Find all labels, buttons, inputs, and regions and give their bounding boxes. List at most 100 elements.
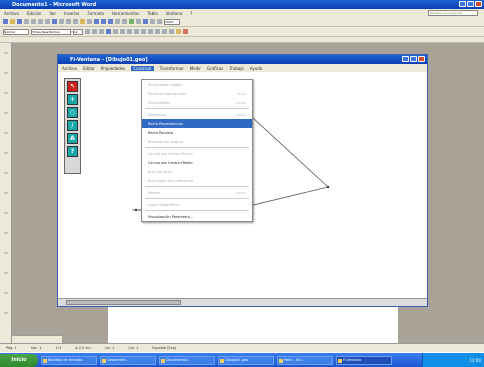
geo-menu-editar[interactable]: Editar xyxy=(83,66,95,71)
menu-ver[interactable]: Ver xyxy=(49,11,56,16)
menu-ventana[interactable]: Ventana xyxy=(166,11,182,16)
task-documento[interactable]: Documento1 xyxy=(159,355,215,365)
menu-archivo[interactable]: Archivo xyxy=(4,11,19,16)
word-title-bar: Documento1 - Microsoft Word xyxy=(0,0,484,9)
font-color-icon[interactable] xyxy=(183,29,188,34)
point-tool-icon[interactable]: + xyxy=(67,94,78,105)
geometry-maximize-button[interactable] xyxy=(410,56,417,62)
menu-help[interactable]: ? xyxy=(190,11,192,16)
tool-palette: ↖ + ○ / A ? xyxy=(64,78,81,174)
menu-formato[interactable]: Formato xyxy=(88,11,105,16)
text-tool-icon[interactable]: A xyxy=(67,133,78,144)
preview-icon[interactable] xyxy=(45,19,50,24)
undo-icon[interactable] xyxy=(94,19,99,24)
decrease-indent-icon[interactable] xyxy=(155,29,160,34)
geometry-title-bar: Fi-Ventana - [Dibujo01.geo] xyxy=(58,55,427,64)
line-spacing-icon[interactable] xyxy=(134,29,139,34)
task-geometria[interactable]: Geometría... xyxy=(100,355,156,365)
email-icon[interactable] xyxy=(31,19,36,24)
menu-insertar[interactable]: Insertar xyxy=(64,11,80,16)
view-buttons[interactable] xyxy=(12,335,62,343)
info-tool-icon[interactable]: ? xyxy=(67,146,78,157)
segment-tool-icon[interactable]: / xyxy=(67,120,78,131)
style-box[interactable]: Normal xyxy=(3,28,29,35)
print-icon[interactable] xyxy=(38,19,43,24)
excel-icon[interactable] xyxy=(129,19,134,24)
columns-icon[interactable] xyxy=(136,19,141,24)
geometry-menu-bar: Archivo Editar Propiedades Construir Tra… xyxy=(58,64,427,72)
menu-item-recta-perpendicular[interactable]: Recta Perpendicular xyxy=(142,119,252,128)
paste-icon[interactable] xyxy=(80,19,85,24)
geo-menu-trabajo[interactable]: Trabajo xyxy=(229,66,244,71)
menu-item-recta-paralela[interactable]: Recta Paralela xyxy=(142,128,252,137)
arrow-tool-icon[interactable]: ↖ xyxy=(67,81,78,92)
formatting-toolbar: Normal Times New Roman 12 xyxy=(0,27,484,37)
geometry-h-scrollbar[interactable] xyxy=(58,298,427,306)
bullets-icon[interactable] xyxy=(148,29,153,34)
align-left-icon[interactable] xyxy=(106,29,111,34)
permission-icon[interactable] xyxy=(24,19,29,24)
task-fi-ventana[interactable]: Fi-Ventana xyxy=(336,355,392,365)
italic-icon[interactable] xyxy=(92,29,97,34)
zoom-box[interactable]: 100% xyxy=(164,18,180,25)
status-at: A 2,5 cm xyxy=(75,346,91,350)
numbering-icon[interactable] xyxy=(141,29,146,34)
copy-icon[interactable] xyxy=(73,19,78,24)
word-menu-bar: Archivo Edición Ver Insertar Formato Her… xyxy=(0,9,484,17)
border-icon[interactable] xyxy=(169,29,174,34)
clock[interactable]: 12:00 xyxy=(469,358,481,363)
document-map-icon[interactable] xyxy=(150,19,155,24)
scrollbar-thumb[interactable] xyxy=(66,300,181,305)
task-paint[interactable]: Paint - Sin... xyxy=(277,355,333,365)
geo-menu-transformar[interactable]: Transformar xyxy=(160,66,184,71)
font-box[interactable]: Times New Roman xyxy=(31,28,71,35)
task-inbox[interactable]: Bandeja de entrada xyxy=(41,355,97,365)
open-icon[interactable] xyxy=(10,19,15,24)
tables-icon[interactable] xyxy=(115,19,120,24)
geo-menu-ayuda[interactable]: Ayuda xyxy=(250,66,262,71)
menu-item-circulo-centro-punto: Círculo por Centro+Punto xyxy=(148,151,193,156)
status-lang: Español (Esp) xyxy=(152,346,177,350)
new-icon[interactable] xyxy=(3,19,8,24)
menu-item-visualizacion-parametro[interactable]: Visualización Parámetro... xyxy=(142,212,252,221)
menu-herramientas[interactable]: Herramientas xyxy=(112,11,139,16)
show-hide-icon[interactable] xyxy=(157,19,162,24)
geo-menu-medir[interactable]: Medir xyxy=(190,66,201,71)
maximize-button[interactable] xyxy=(467,1,474,7)
geo-menu-propiedades[interactable]: Propiedades xyxy=(101,66,126,71)
cut-icon[interactable] xyxy=(66,19,71,24)
close-button[interactable] xyxy=(475,1,482,7)
insert-table-icon[interactable] xyxy=(122,19,127,24)
geometry-close-button[interactable] xyxy=(418,56,425,62)
research-icon[interactable] xyxy=(59,19,64,24)
help-search-input[interactable]: Escriba una pregunta xyxy=(428,10,478,16)
circle-tool-icon[interactable]: ○ xyxy=(67,107,78,118)
redo-icon[interactable] xyxy=(101,19,106,24)
drawing-icon[interactable] xyxy=(143,19,148,24)
geo-menu-graficos[interactable]: Gráficos xyxy=(207,66,223,71)
increase-indent-icon[interactable] xyxy=(162,29,167,34)
spelling-icon[interactable] xyxy=(52,19,57,24)
task-dibujo[interactable]: Dibujo01.geo xyxy=(218,355,274,365)
geo-icon xyxy=(220,358,224,363)
inbox-icon xyxy=(43,358,47,363)
hyperlink-icon[interactable] xyxy=(108,19,113,24)
align-center-icon[interactable] xyxy=(113,29,118,34)
geo-menu-construir[interactable]: Construir xyxy=(131,65,154,71)
align-right-icon[interactable] xyxy=(120,29,125,34)
highlight-icon[interactable] xyxy=(176,29,181,34)
start-button[interactable]: Inicio xyxy=(0,353,38,367)
status-position: 1/1 xyxy=(55,346,62,350)
format-painter-icon[interactable] xyxy=(87,19,92,24)
menu-tabla[interactable]: Tabla xyxy=(147,11,157,16)
justify-icon[interactable] xyxy=(127,29,132,34)
minimize-button[interactable] xyxy=(459,1,466,7)
underline-icon[interactable] xyxy=(99,29,104,34)
menu-edicion[interactable]: Edición xyxy=(27,11,41,16)
bold-icon[interactable] xyxy=(85,29,90,34)
size-box[interactable]: 12 xyxy=(73,28,83,35)
geo-menu-archivo[interactable]: Archivo xyxy=(62,66,77,71)
menu-item-circulo-centro-radio[interactable]: Círculo por Centro+Radio xyxy=(142,158,252,167)
save-icon[interactable] xyxy=(17,19,22,24)
geometry-minimize-button[interactable] xyxy=(402,56,409,62)
